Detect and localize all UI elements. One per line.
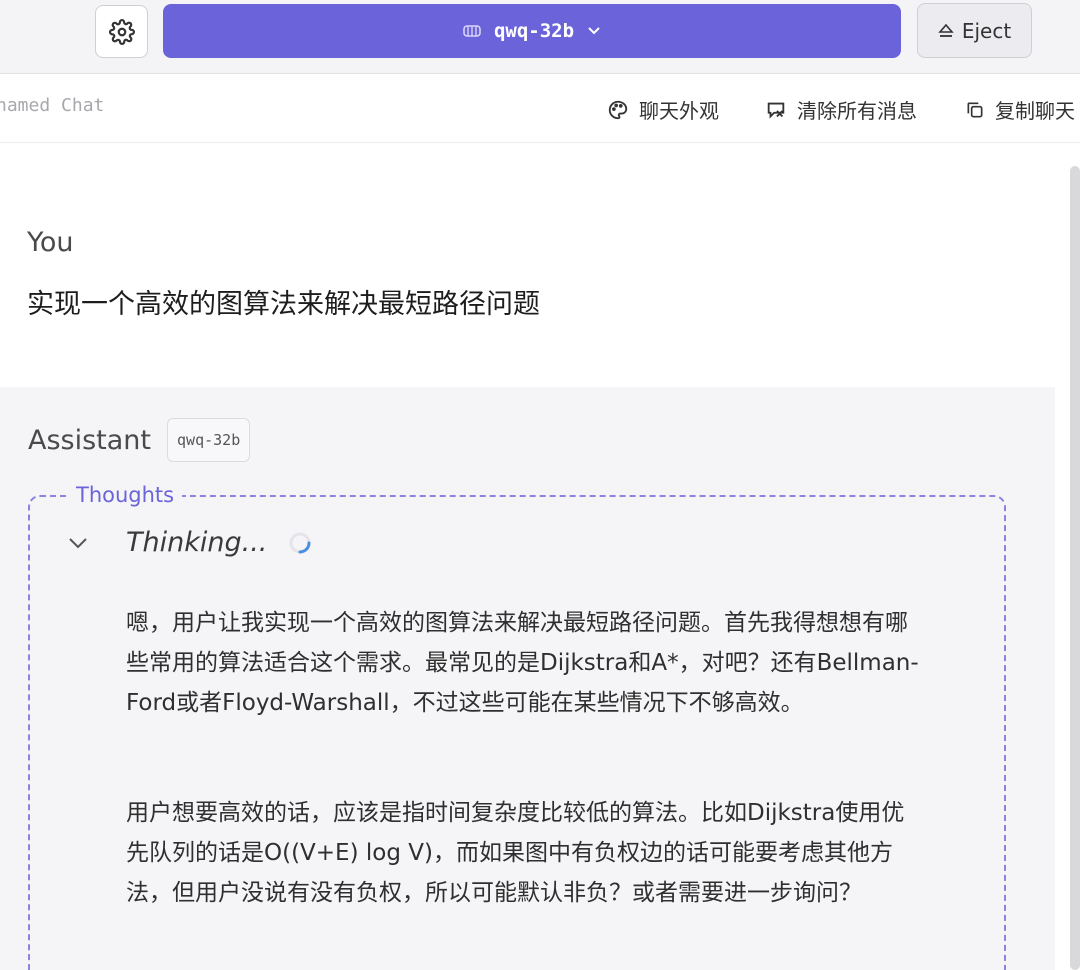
user-role-label: You — [27, 227, 74, 258]
copy-icon — [967, 102, 983, 117]
clear-messages-label: 清除所有消息 — [797, 99, 917, 123]
clear-messages-icon — [767, 102, 785, 119]
assistant-role-label: Assistant — [28, 424, 152, 456]
user-message: You 实现一个高效的图算法来解决最短路径问题 — [27, 227, 1027, 321]
scrollbar-thumb[interactable] — [1070, 166, 1080, 970]
thinking-label: Thinking... — [126, 527, 268, 558]
thought-paragraph: 嗯，用户让我实现一个高效的图算法来解决最短路径问题。首先我得想想有哪些常用的算法… — [126, 610, 919, 716]
thoughts-panel: Thoughts Thinking... 嗯，用户让我实现一个高效的图算法来解决… — [28, 483, 1006, 970]
messages-area[interactable]: You 实现一个高效的图算法来解决最短路径问题 Assistant qwq-32… — [0, 144, 1055, 970]
eject-icon — [938, 23, 954, 37]
model-badge: qwq-32b — [167, 418, 251, 462]
chat-appearance-button[interactable]: 聊天外观 — [607, 95, 719, 124]
chevron-down-icon — [588, 27, 600, 35]
thoughts-label: Thoughts — [68, 483, 183, 507]
eject-label: Eject — [961, 18, 1012, 43]
top-bar: qwq-32b Eject — [0, 0, 1080, 74]
thinking-toggle[interactable]: Thinking... — [66, 527, 313, 558]
copy-chat-label: 复制聊天 — [995, 99, 1075, 123]
thought-paragraph: 用户想要高效的话，应该是指时间复杂度比较低的算法。比如Dijkstra使用优先队… — [126, 800, 905, 906]
clear-messages-button[interactable]: 清除所有消息 — [765, 95, 917, 124]
model-icon — [463, 25, 481, 37]
settings-button[interactable] — [95, 5, 148, 58]
eject-button[interactable]: Eject — [917, 3, 1032, 58]
assistant-message: Assistant qwq-32b Thoughts Thinking... 嗯… — [0, 387, 1055, 970]
spinner-icon — [289, 532, 311, 553]
chat-header: named Chat 聊天外观 清除所有消息 复制聊天 — [0, 75, 1080, 143]
user-message-text: 实现一个高效的图算法来解决最短路径问题 — [27, 289, 540, 320]
chevron-down-icon — [69, 537, 87, 548]
assistant-header: Assistant qwq-32b — [28, 418, 251, 462]
chat-title[interactable]: named Chat — [0, 95, 104, 116]
gear-icon — [108, 18, 135, 45]
copy-chat-button[interactable]: 复制聊天 — [965, 95, 1075, 124]
palette-icon — [608, 100, 628, 119]
model-name: qwq-32b — [493, 20, 575, 42]
chat-appearance-label: 聊天外观 — [639, 99, 719, 123]
model-selector-button[interactable]: qwq-32b — [163, 4, 901, 58]
